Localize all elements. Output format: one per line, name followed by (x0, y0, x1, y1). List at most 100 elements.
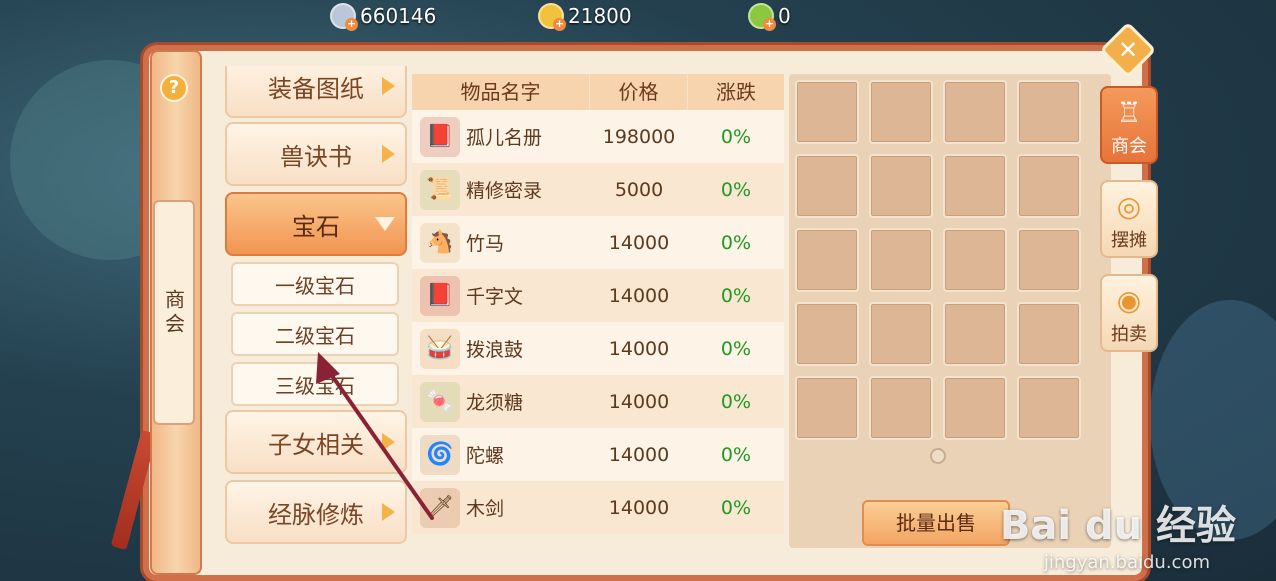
category-label: 经脉修炼 (268, 500, 364, 529)
silver-amount: 660146 (360, 4, 437, 28)
item-change: 0% (720, 231, 752, 254)
item-change: 0% (720, 284, 752, 307)
table-row[interactable]: 🗡 木剑 14000 0% (412, 481, 784, 534)
table-row[interactable]: 🐴 竹马 14000 0% (412, 216, 784, 269)
item-price: 14000 (608, 231, 670, 254)
item-name: 千字文 (466, 286, 524, 308)
item-name-cell: 📕 千字文 (412, 275, 590, 316)
inventory-slot[interactable] (869, 376, 933, 440)
gold-amount: 21800 (568, 4, 632, 28)
table-row[interactable]: 🥁 拨浪鼓 14000 0% (412, 322, 784, 375)
item-price: 14000 (608, 337, 670, 360)
table-row[interactable]: 🌀 陀螺 14000 0% (412, 428, 784, 481)
category-beast-skill-book[interactable]: 兽诀书 (225, 122, 407, 186)
item-change: 0% (720, 390, 752, 413)
book-icon: 📕 (420, 116, 460, 157)
chevron-down-icon (375, 217, 395, 231)
inventory-slot[interactable] (1017, 80, 1081, 144)
item-change: 0% (720, 443, 752, 466)
tab-label: 摆摊 (1111, 230, 1147, 251)
category-children[interactable]: 子女相关 (225, 410, 407, 474)
wooden-sword-icon: 🗡 (420, 487, 460, 528)
inventory-slot[interactable] (1017, 376, 1081, 440)
item-name: 竹马 (466, 233, 505, 255)
help-button[interactable]: ? (160, 74, 188, 102)
inventory-slot[interactable] (943, 154, 1007, 218)
item-name: 木剑 (466, 498, 505, 520)
drum-icon: 🥁 (420, 328, 460, 369)
inventory-slot[interactable] (795, 302, 859, 366)
item-name-cell: 🥁 拨浪鼓 (412, 328, 590, 369)
silver-currency[interactable]: + 660146 (330, 2, 437, 31)
header-price: 价格 (590, 74, 688, 110)
category-label: 装备图纸 (268, 74, 364, 103)
category-equipment-blueprint[interactable]: 装备图纸 (225, 66, 407, 118)
subcategory-gem-level-2[interactable]: 二级宝石 (231, 312, 399, 356)
gold-coin-icon: + (538, 3, 566, 31)
inventory-slot[interactable] (1017, 302, 1081, 366)
inventory-slot[interactable] (869, 80, 933, 144)
jade-coin-icon: + (748, 3, 776, 31)
item-price: 14000 (608, 496, 670, 519)
inventory-slot[interactable] (943, 228, 1007, 292)
item-change: 0% (720, 496, 752, 519)
item-change: 0% (720, 178, 752, 201)
item-price: 14000 (608, 443, 670, 466)
tab-stall[interactable]: ◎ 摆摊 (1100, 180, 1158, 258)
tab-auction[interactable]: ◉ 拍卖 (1100, 274, 1158, 352)
bulk-sell-button[interactable]: 批量出售 (862, 500, 1010, 546)
item-name-cell: 📕 孤儿名册 (412, 116, 590, 157)
jade-amount: 0 (778, 4, 791, 28)
item-name: 孤儿名册 (466, 127, 543, 149)
watermark-url: jingyan.baidu.com (1043, 552, 1210, 573)
inventory-slot[interactable] (869, 302, 933, 366)
item-name: 陀螺 (466, 445, 505, 467)
item-name: 拨浪鼓 (466, 339, 524, 361)
candy-icon: 🍬 (420, 381, 460, 422)
chevron-right-icon (382, 503, 395, 521)
category-label: 子女相关 (268, 430, 364, 459)
item-name: 龙须糖 (466, 392, 524, 414)
item-name-cell: 🐴 竹马 (412, 222, 590, 263)
chevron-right-icon (382, 433, 395, 451)
table-body: 📕 孤儿名册 198000 0% 📜 精修密录 5000 0% 🐴 竹马 14000 0% 📕 千字文 14… (412, 110, 784, 534)
inventory-slot[interactable] (943, 302, 1007, 366)
category-label: 宝石 (292, 212, 340, 241)
item-name: 精修密录 (466, 180, 543, 202)
inventory-slot[interactable] (795, 376, 859, 440)
inventory-slot[interactable] (795, 80, 859, 144)
inventory-slot[interactable] (943, 80, 1007, 144)
header-name: 物品名字 (412, 74, 590, 110)
category-gem[interactable]: 宝石 (225, 192, 407, 256)
inventory-slot[interactable] (795, 154, 859, 218)
jade-currency[interactable]: + 0 (748, 2, 791, 31)
inventory-slot[interactable] (943, 376, 1007, 440)
gold-currency[interactable]: + 21800 (538, 2, 632, 31)
tab-label: 拍卖 (1111, 324, 1147, 345)
red-book-icon: 📕 (420, 275, 460, 316)
tab-chamber-of-commerce[interactable]: ♖ 商会 (1100, 86, 1158, 164)
scroll-icon: 📜 (420, 169, 460, 210)
chevron-right-icon (382, 77, 395, 95)
table-row[interactable]: 📕 千字文 14000 0% (412, 269, 784, 322)
coins-icon: ◎ (1116, 190, 1142, 223)
item-name-cell: 📜 精修密录 (412, 169, 590, 210)
inventory-slot[interactable] (869, 228, 933, 292)
inventory-slot[interactable] (1017, 154, 1081, 218)
chevron-right-icon (382, 145, 395, 163)
table-row[interactable]: 🍬 龙须糖 14000 0% (412, 375, 784, 428)
table-row[interactable]: 📜 精修密录 5000 0% (412, 163, 784, 216)
inventory-slot[interactable] (1017, 228, 1081, 292)
item-table: 物品名字 价格 涨跌 📕 孤儿名册 198000 0% 📜 精修密录 5000 0% 🐴 竹马 14… (412, 74, 784, 548)
top-icon: 🌀 (420, 434, 460, 475)
watermark-logo: Bai du 经验 (999, 503, 1236, 549)
shop-icon: ♖ (1116, 96, 1142, 129)
item-price: 198000 (602, 125, 676, 148)
table-row[interactable]: 📕 孤儿名册 198000 0% (412, 110, 784, 163)
inventory-slot[interactable] (869, 154, 933, 218)
category-meridian-training[interactable]: 经脉修炼 (225, 480, 407, 544)
inventory-slot[interactable] (795, 228, 859, 292)
inventory-grid (789, 74, 1111, 548)
subcategory-gem-level-3[interactable]: 三级宝石 (231, 362, 399, 406)
subcategory-gem-level-1[interactable]: 一级宝石 (231, 262, 399, 306)
